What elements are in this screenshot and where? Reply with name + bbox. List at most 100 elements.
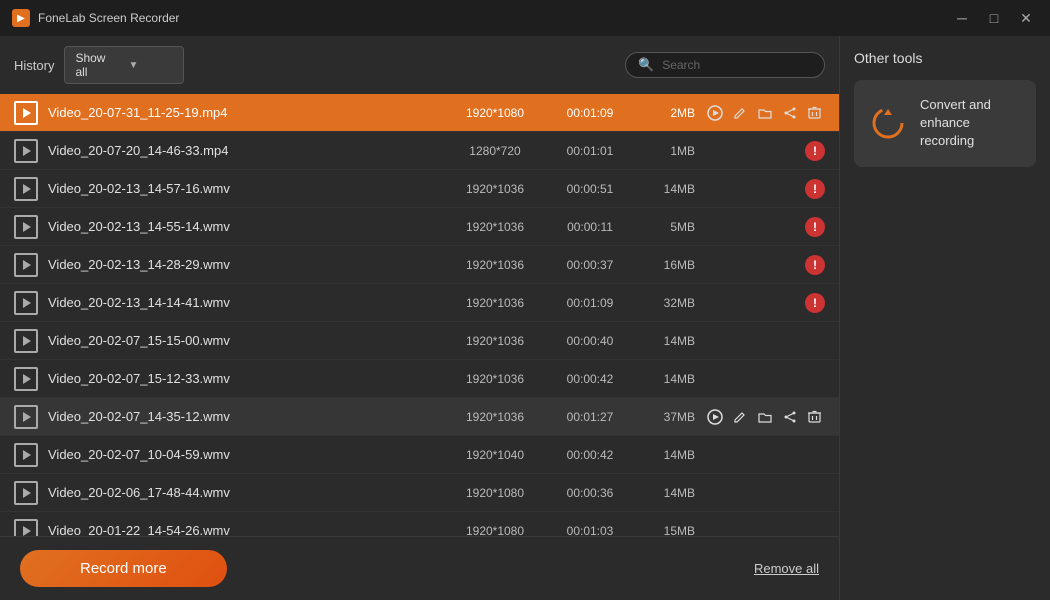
maximize-button[interactable]: □ — [982, 6, 1006, 30]
delete-button[interactable] — [804, 405, 825, 429]
edit-button[interactable] — [730, 405, 751, 429]
table-row[interactable]: Video_20-02-07_14-35-12.wmv1920*103600:0… — [0, 398, 839, 436]
table-row[interactable]: Video_20-02-06_17-48-44.wmv1920*108000:0… — [0, 474, 839, 512]
edit-button[interactable] — [730, 101, 751, 125]
filter-dropdown[interactable]: Show all ▼ — [64, 46, 184, 84]
file-duration: 00:00:37 — [545, 258, 635, 272]
table-row[interactable]: Video_20-02-07_10-04-59.wmv1920*104000:0… — [0, 436, 839, 474]
table-row[interactable]: Video_20-02-13_14-55-14.wmv1920*103600:0… — [0, 208, 839, 246]
file-duration: 00:00:11 — [545, 220, 635, 234]
error-badge: ! — [805, 179, 825, 199]
file-resolution: 1920*1040 — [445, 448, 545, 462]
table-row[interactable]: Video_20-07-31_11-25-19.mp41920*108000:0… — [0, 94, 839, 132]
file-actions: ! — [705, 293, 825, 313]
file-resolution: 1920*1080 — [445, 106, 545, 120]
table-row[interactable]: Video_20-02-13_14-57-16.wmv1920*103600:0… — [0, 170, 839, 208]
table-row[interactable]: Video_20-02-13_14-28-29.wmv1920*103600:0… — [0, 246, 839, 284]
file-video-icon — [14, 367, 38, 391]
file-name: Video_20-07-31_11-25-19.mp4 — [48, 105, 445, 120]
bottom-bar: Record more Remove all — [0, 536, 839, 600]
file-duration: 00:01:09 — [545, 106, 635, 120]
file-size: 14MB — [635, 448, 695, 462]
file-resolution: 1920*1036 — [445, 296, 545, 310]
remove-all-button[interactable]: Remove all — [754, 561, 819, 576]
file-list: Video_20-07-31_11-25-19.mp41920*108000:0… — [0, 94, 839, 536]
error-badge: ! — [805, 293, 825, 313]
search-icon: 🔍 — [638, 57, 654, 73]
file-actions: ! — [705, 179, 825, 199]
chevron-down-icon: ▼ — [128, 60, 173, 71]
close-button[interactable]: ✕ — [1014, 6, 1038, 30]
file-size: 14MB — [635, 486, 695, 500]
file-duration: 00:01:09 — [545, 296, 635, 310]
file-name: Video_20-02-13_14-14-41.wmv — [48, 295, 445, 310]
convert-enhance-tool[interactable]: Convert and enhance recording — [854, 80, 1036, 167]
file-name: Video_20-02-07_15-12-33.wmv — [48, 371, 445, 386]
file-resolution: 1920*1036 — [445, 410, 545, 424]
table-row[interactable]: Video_20-01-22_14-54-26.wmv1920*108000:0… — [0, 512, 839, 536]
file-duration: 00:00:40 — [545, 334, 635, 348]
file-video-icon — [14, 405, 38, 429]
folder-button[interactable] — [755, 101, 776, 125]
table-row[interactable]: Video_20-02-07_15-12-33.wmv1920*103600:0… — [0, 360, 839, 398]
file-size: 5MB — [635, 220, 695, 234]
file-duration: 00:00:42 — [545, 448, 635, 462]
play-button[interactable] — [705, 405, 726, 429]
file-size: 16MB — [635, 258, 695, 272]
title-bar: ▶ FoneLab Screen Recorder ─ □ ✕ — [0, 0, 1050, 36]
file-size: 14MB — [635, 182, 695, 196]
file-actions: ! — [705, 217, 825, 237]
right-panel: Other tools Convert and enhance recordin… — [840, 36, 1050, 600]
file-video-icon — [14, 291, 38, 315]
file-duration: 00:00:42 — [545, 372, 635, 386]
file-size: 15MB — [635, 524, 695, 537]
error-badge: ! — [805, 141, 825, 161]
file-resolution: 1920*1036 — [445, 334, 545, 348]
file-resolution: 1920*1036 — [445, 372, 545, 386]
table-row[interactable]: Video_20-02-07_15-15-00.wmv1920*103600:0… — [0, 322, 839, 360]
file-video-icon — [14, 101, 38, 125]
play-button[interactable] — [705, 101, 726, 125]
file-size: 37MB — [635, 410, 695, 424]
file-name: Video_20-02-06_17-48-44.wmv — [48, 485, 445, 500]
table-row[interactable]: Video_20-07-20_14-46-33.mp41280*72000:01… — [0, 132, 839, 170]
share-button[interactable] — [779, 405, 800, 429]
file-name: Video_20-02-07_10-04-59.wmv — [48, 447, 445, 462]
file-name: Video_20-01-22_14-54-26.wmv — [48, 523, 445, 536]
file-video-icon — [14, 519, 38, 537]
file-video-icon — [14, 177, 38, 201]
delete-button[interactable] — [804, 101, 825, 125]
file-name: Video_20-02-13_14-28-29.wmv — [48, 257, 445, 272]
folder-button[interactable] — [755, 405, 776, 429]
share-button[interactable] — [779, 101, 800, 125]
search-box[interactable]: 🔍 — [625, 52, 825, 78]
file-name: Video_20-07-20_14-46-33.mp4 — [48, 143, 445, 158]
minimize-button[interactable]: ─ — [950, 6, 974, 30]
left-panel: History Show all ▼ 🔍 Video_20-07-31_11-2… — [0, 36, 840, 600]
file-actions — [705, 405, 825, 429]
file-resolution: 1920*1080 — [445, 524, 545, 537]
file-resolution: 1920*1036 — [445, 220, 545, 234]
table-row[interactable]: Video_20-02-13_14-14-41.wmv1920*103600:0… — [0, 284, 839, 322]
history-bar: History Show all ▼ 🔍 — [0, 36, 839, 94]
file-duration: 00:00:51 — [545, 182, 635, 196]
file-duration: 00:01:03 — [545, 524, 635, 537]
other-tools-title: Other tools — [854, 50, 1036, 66]
file-video-icon — [14, 329, 38, 353]
file-size: 14MB — [635, 372, 695, 386]
app-title: FoneLab Screen Recorder — [38, 11, 179, 25]
file-size: 1MB — [635, 144, 695, 158]
search-input[interactable] — [662, 58, 812, 72]
record-more-button[interactable]: Record more — [20, 550, 227, 587]
file-size: 2MB — [635, 106, 695, 120]
file-duration: 00:00:36 — [545, 486, 635, 500]
history-label: History — [14, 58, 54, 73]
window-controls: ─ □ ✕ — [950, 6, 1038, 30]
file-resolution: 1280*720 — [445, 144, 545, 158]
filter-value: Show all — [75, 51, 120, 79]
main-content: History Show all ▼ 🔍 Video_20-07-31_11-2… — [0, 36, 1050, 600]
file-name: Video_20-02-07_15-15-00.wmv — [48, 333, 445, 348]
convert-icon — [868, 103, 908, 143]
file-video-icon — [14, 253, 38, 277]
file-size: 32MB — [635, 296, 695, 310]
